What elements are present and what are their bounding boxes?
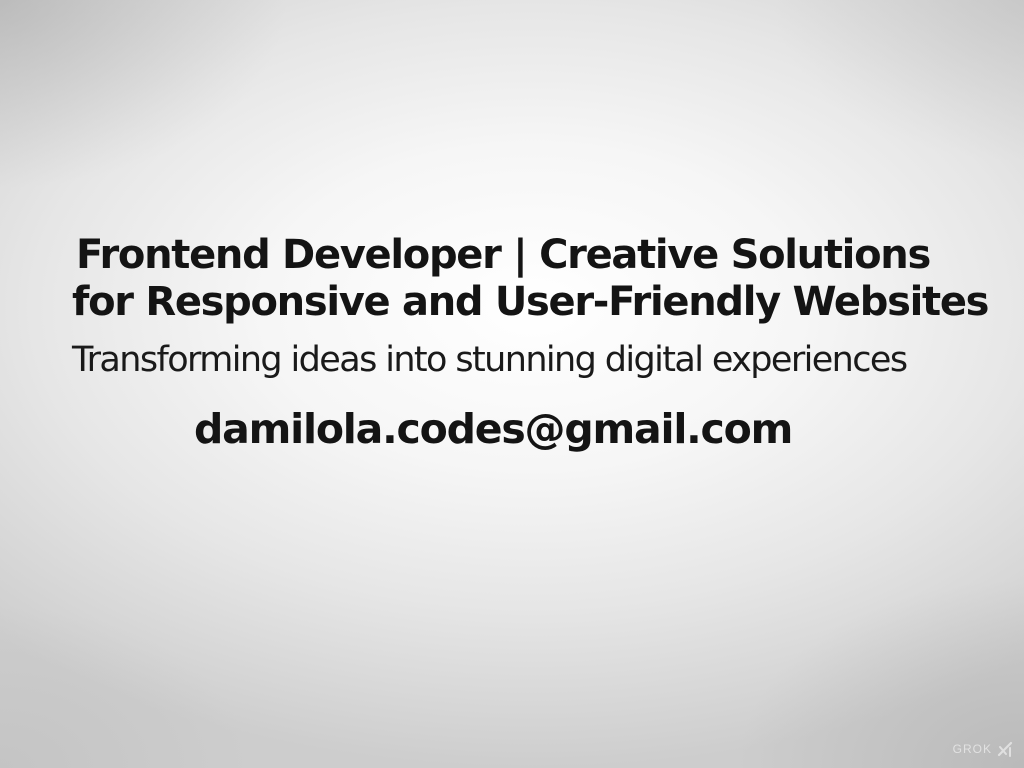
grok-logo-icon: [997, 741, 1013, 757]
headline-line-2: for Responsive and User-Friendly Website…: [72, 279, 989, 325]
headline: Frontend Developer | Creative Solutions …: [72, 232, 1022, 326]
watermark-text: GROK: [952, 742, 992, 756]
contact-email: damilola.codes@gmail.com: [194, 405, 793, 453]
headline-line-1: Frontend Developer | Creative Solutions: [76, 232, 931, 278]
tagline: Transforming ideas into stunning digital…: [72, 340, 908, 380]
watermark: GROK: [953, 740, 1014, 758]
background-vignette: [0, 0, 1024, 768]
